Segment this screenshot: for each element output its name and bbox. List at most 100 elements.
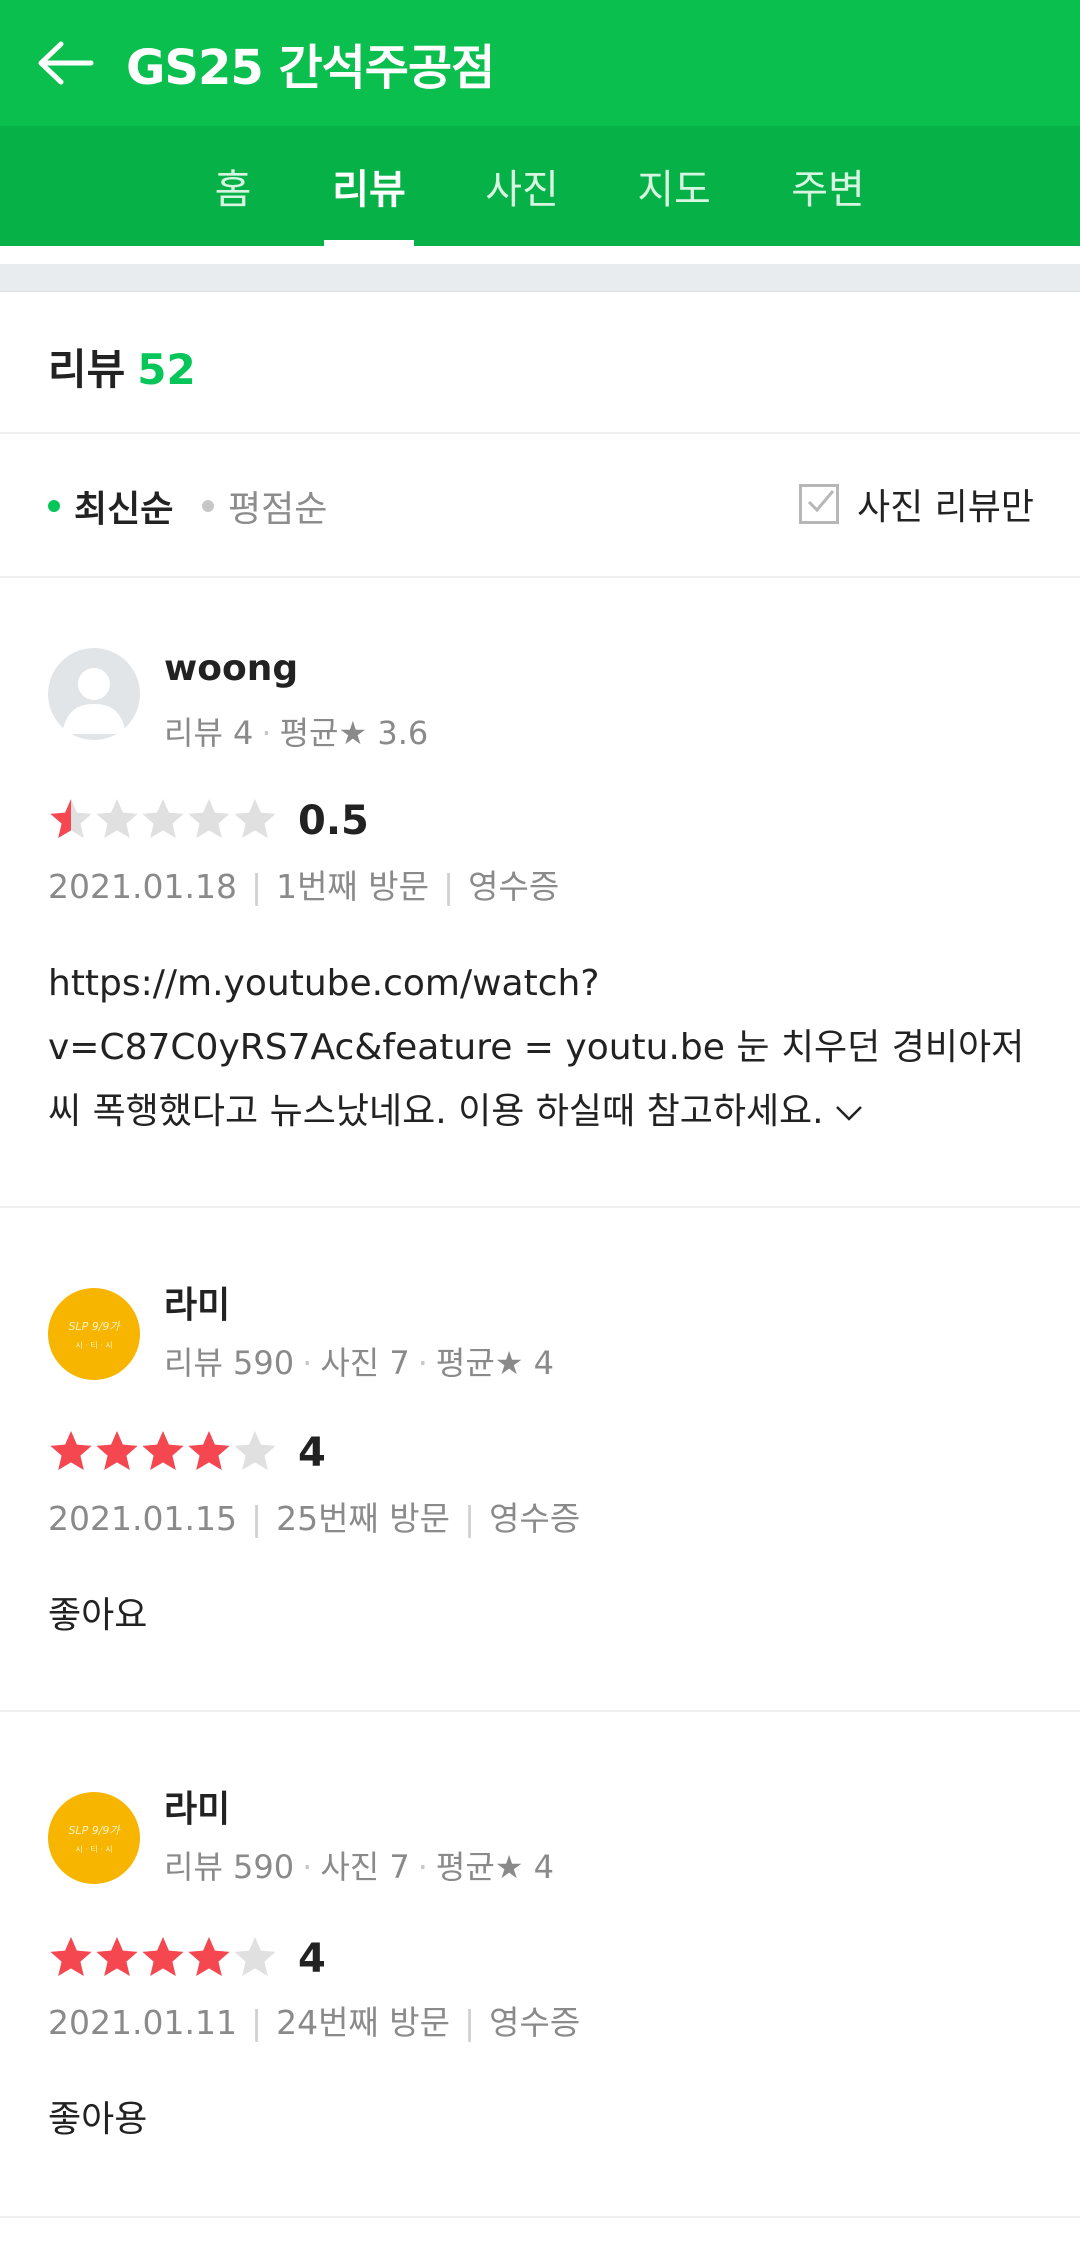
visit-info: 2021.01.18 | 1번째 방문 | 영수증 xyxy=(48,860,559,908)
star-5-icon xyxy=(232,1934,278,1984)
photo-filter-label: 사진 리뷰만 xyxy=(856,487,1034,528)
visit-separator: | xyxy=(250,1499,263,1538)
avatar-logo-text: SLP 9/9가 xyxy=(68,1823,120,1837)
meta-average: 평균★ 3.6 xyxy=(279,714,429,752)
avatar[interactable]: SLP 9/9가 시 · 티 · 시 xyxy=(48,1792,140,1884)
photo-filter-checkbox[interactable] xyxy=(798,484,839,524)
tab-home[interactable]: 홈 xyxy=(196,126,270,246)
meta-average: 평균★ 4 xyxy=(435,1848,555,1886)
avatar[interactable] xyxy=(48,648,140,740)
star-3-icon xyxy=(140,1428,186,1478)
meta-average: 평균★ 4 xyxy=(435,1344,555,1382)
reviewer-name[interactable]: 라미 xyxy=(164,1276,230,1328)
review-card: SLP 9/9가 시 · 티 · 시 라미 리뷰 590 · 사진 7 · 평균★ 4 … xyxy=(0,1712,1080,2218)
receipt-label: 영수증 xyxy=(468,867,560,906)
avatar-logo-text: SLP 9/9가 xyxy=(68,1319,120,1333)
visit-separator: | xyxy=(250,867,263,906)
meta-separator: · xyxy=(261,714,272,752)
star-3-icon xyxy=(140,1934,186,1984)
meta-separator: · xyxy=(302,1344,313,1382)
reviewer-meta: 리뷰 4 · 평균★ 3.6 xyxy=(164,708,428,754)
rating-score: 4 xyxy=(298,1936,326,1982)
meta-review-count: 리뷰 590 xyxy=(164,1344,295,1382)
review-card: SLP 9/9가 시 · 티 · 시 라미 리뷰 590 · 사진 7 · 평균★ 4 … xyxy=(0,1208,1080,1710)
rating-score: 4 xyxy=(298,1430,326,1476)
star-4-icon xyxy=(186,1428,232,1478)
review-body: https://m.youtube.com/watch?v=C87C0yRS7A… xyxy=(48,963,1025,1132)
visit-separator: | xyxy=(464,2003,476,2042)
receipt-label: 영수증 xyxy=(489,2003,581,2042)
meta-separator: · xyxy=(417,1848,428,1886)
star-2-icon xyxy=(94,1934,140,1984)
rating-score: 0.5 xyxy=(298,798,369,844)
star-1-icon xyxy=(48,796,94,846)
meta-separator: · xyxy=(302,1848,313,1886)
sort-rating[interactable]: 평점순 xyxy=(202,480,327,532)
reviewer-meta: 리뷰 590 · 사진 7 · 평균★ 4 xyxy=(164,1842,554,1888)
review-count: 52 xyxy=(137,345,196,394)
star-1-icon xyxy=(48,1428,94,1478)
back-arrow-icon xyxy=(38,41,94,85)
sort-rating-label: 평점순 xyxy=(228,489,328,530)
avatar[interactable]: SLP 9/9가 시 · 티 · 시 xyxy=(48,1288,140,1380)
star-2-icon xyxy=(94,796,140,846)
expand-chevron-icon[interactable] xyxy=(834,1098,864,1128)
review-text[interactable]: 좋아요 xyxy=(48,1584,1038,1648)
star-4-icon xyxy=(186,796,232,846)
visit-count: 25번째 방문 xyxy=(276,1499,450,1538)
sort-latest[interactable]: 최신순 xyxy=(48,480,173,532)
inactive-dot-icon xyxy=(202,500,214,512)
page-title: GS25 간석주공점 xyxy=(126,40,495,96)
section-gap xyxy=(0,264,1080,292)
rating-stars: 0.5 xyxy=(48,796,369,846)
receipt-label: 영수증 xyxy=(489,1499,581,1538)
tab-map[interactable]: 지도 xyxy=(632,126,716,246)
meta-review-count: 리뷰 590 xyxy=(164,1848,295,1886)
tab-nearby[interactable]: 주변 xyxy=(786,126,870,246)
star-2-icon xyxy=(94,1428,140,1478)
review-label: 리뷰 xyxy=(48,345,126,394)
active-dot-icon xyxy=(48,500,60,512)
star-5-icon xyxy=(232,1428,278,1478)
sort-latest-label: 최신순 xyxy=(74,489,174,530)
avatar-logo-subtext: 시 · 티 · 시 xyxy=(75,1844,113,1854)
review-body: 좋아요 xyxy=(48,1595,148,1636)
meta-photo-count: 사진 7 xyxy=(320,1344,410,1382)
review-date: 2021.01.18 xyxy=(48,867,237,906)
avatar-logo-subtext: 시 · 티 · 시 xyxy=(75,1340,113,1350)
back-button[interactable] xyxy=(30,30,100,96)
rating-stars: 4 xyxy=(48,1934,326,1984)
reviewer-name[interactable]: woong xyxy=(164,648,298,689)
active-tab-indicator xyxy=(324,240,414,246)
tab-bar: 홈 리뷰 사진 지도 주변 xyxy=(0,126,1080,246)
divider xyxy=(0,432,1080,434)
star-5-icon xyxy=(232,796,278,846)
visit-info: 2021.01.15 | 25번째 방문 | 영수증 xyxy=(48,1492,580,1540)
reviewer-name[interactable]: 라미 xyxy=(164,1780,230,1832)
tab-reviews[interactable]: 리뷰 xyxy=(324,126,414,246)
tab-photos[interactable]: 사진 xyxy=(480,126,564,246)
reviewer-meta: 리뷰 590 · 사진 7 · 평균★ 4 xyxy=(164,1338,554,1384)
visit-info: 2021.01.11 | 24번째 방문 | 영수증 xyxy=(48,1996,580,2044)
default-user-icon xyxy=(62,668,126,734)
visit-count: 24번째 방문 xyxy=(276,2003,450,2042)
visit-separator: | xyxy=(443,867,455,906)
review-text[interactable]: https://m.youtube.com/watch?v=C87C0yRS7A… xyxy=(48,952,1038,1144)
review-count-header: 리뷰 52 xyxy=(48,336,196,397)
visit-separator: | xyxy=(250,2003,263,2042)
rating-stars: 4 xyxy=(48,1428,326,1478)
meta-review-count: 리뷰 4 xyxy=(164,714,254,752)
visit-separator: | xyxy=(464,1499,476,1538)
photo-review-filter[interactable]: 사진 리뷰만 xyxy=(798,478,1034,530)
review-date: 2021.01.11 xyxy=(48,2003,237,2042)
app-header: GS25 간석주공점 xyxy=(0,0,1080,126)
meta-photo-count: 사진 7 xyxy=(320,1848,410,1886)
star-3-icon xyxy=(140,796,186,846)
star-4-icon xyxy=(186,1934,232,1984)
review-text[interactable]: 좋아용 xyxy=(48,2088,1038,2152)
divider xyxy=(0,2216,1080,2218)
visit-count: 1번째 방문 xyxy=(276,867,430,906)
star-1-icon xyxy=(48,1934,94,1984)
meta-separator: · xyxy=(417,1344,428,1382)
tab-reviews-label: 리뷰 xyxy=(332,167,406,213)
